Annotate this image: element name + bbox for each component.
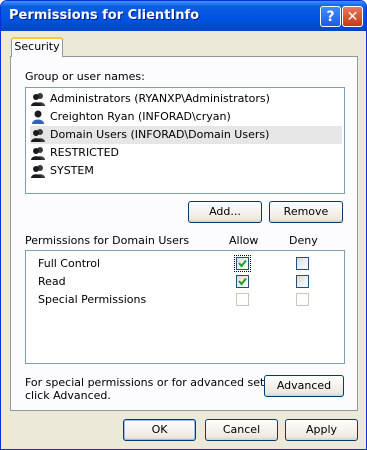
close-icon: ✕ — [346, 8, 359, 25]
permissions-scrollbar — [327, 251, 344, 363]
list-item[interactable]: Domain Users (INFORAD\Domain Users) — [30, 126, 342, 144]
read-deny-checkbox[interactable] — [296, 275, 309, 288]
add-button[interactable]: Add... — [188, 201, 262, 223]
list-item[interactable]: RESTRICTED — [30, 144, 119, 162]
group-icon — [31, 165, 45, 178]
apply-button[interactable]: Apply — [285, 419, 358, 441]
advanced-button[interactable]: Advanced — [264, 375, 344, 397]
permission-read-label: Read — [38, 275, 66, 288]
list-item-label: Creighton Ryan (INFORAD\cryan) — [50, 110, 231, 123]
cancel-button[interactable]: Cancel — [205, 419, 278, 441]
list-item[interactable]: SYSTEM — [30, 162, 94, 180]
user-icon — [32, 110, 44, 124]
close-button[interactable]: ✕ — [342, 6, 363, 27]
advanced-note-line2: click Advanced. — [25, 389, 111, 402]
window-title: Permissions for ClientInfo — [9, 8, 200, 23]
list-item-label: SYSTEM — [50, 164, 94, 177]
permissions-dialog: Permissions for ClientInfo ? ✕ Security … — [0, 0, 367, 450]
check-icon — [238, 277, 247, 286]
ok-button[interactable]: OK — [123, 419, 196, 441]
full-control-deny-checkbox[interactable] — [296, 257, 309, 270]
permission-full-control-label: Full Control — [38, 257, 101, 270]
remove-button[interactable]: Remove — [269, 201, 343, 223]
advanced-note-line1: For special permissions or for advanced … — [25, 376, 295, 389]
list-item-label: RESTRICTED — [50, 146, 120, 159]
group-icon — [31, 93, 45, 106]
group-user-list[interactable]: Administrators (RYANXP\Administrators) C… — [25, 87, 345, 194]
group-icon — [31, 147, 45, 160]
read-allow-checkbox[interactable] — [236, 275, 249, 288]
list-item[interactable]: Creighton Ryan (INFORAD\cryan) — [30, 108, 231, 126]
group-icon — [31, 129, 45, 142]
special-allow-checkbox — [236, 293, 249, 306]
deny-column-header: Deny — [289, 234, 318, 247]
allow-column-header: Allow — [229, 234, 259, 247]
list-item-label: Domain Users (INFORAD\Domain Users) — [50, 128, 270, 141]
list-item-label: Administrators (RYANXP\Administrators) — [50, 92, 270, 105]
help-button[interactable]: ? — [320, 6, 341, 27]
permission-special-label: Special Permissions — [38, 293, 147, 306]
permissions-label: Permissions for Domain Users — [25, 234, 190, 247]
tab-security[interactable]: Security — [11, 37, 63, 57]
title-bar[interactable]: Permissions for ClientInfo ? ✕ — [1, 1, 366, 31]
special-deny-checkbox — [296, 293, 309, 306]
permissions-list: Full Control Read Special Permissions — [25, 250, 345, 364]
full-control-allow-checkbox[interactable] — [234, 255, 251, 272]
group-list-label: Group or user names: — [25, 70, 145, 83]
help-icon: ? — [326, 8, 335, 25]
list-item[interactable]: Administrators (RYANXP\Administrators) — [30, 90, 270, 108]
check-icon — [238, 259, 247, 268]
